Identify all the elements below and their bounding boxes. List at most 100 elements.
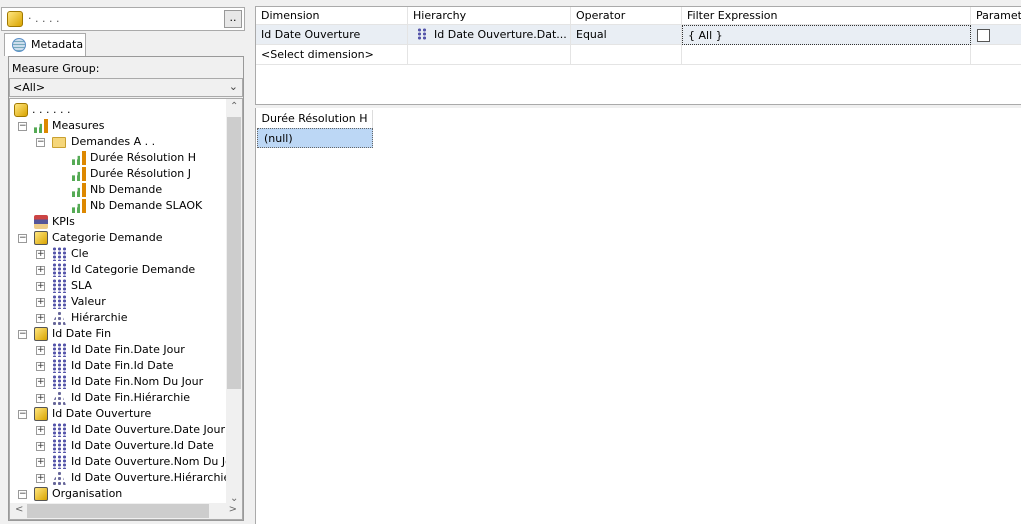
tree-item[interactable]: − Organisation	[10, 486, 230, 502]
cell-parameter[interactable]	[971, 25, 1021, 45]
tree-item[interactable]: + SLA	[10, 278, 230, 294]
scroll-left-icon[interactable]: <	[15, 504, 23, 515]
measure-group-label: Measure Group:	[12, 62, 100, 75]
tree-item[interactable]: − Measures	[10, 118, 230, 134]
expand-icon[interactable]: +	[36, 474, 45, 483]
header-dimension[interactable]: Dimension	[256, 7, 408, 25]
tree-item-label: Categorie Demande	[52, 231, 163, 244]
tree-item[interactable]: + Id Date Fin.Date Jour	[10, 342, 230, 358]
tree-item[interactable]: + Cle	[10, 246, 230, 262]
tree-item[interactable]: + Id Date Ouverture.Id Date	[10, 438, 230, 454]
tree-item-label: Id Date Ouverture.Date Jour	[71, 423, 226, 436]
result-column-header[interactable]: Durée Résolution H	[257, 110, 373, 128]
expand-icon[interactable]: +	[36, 250, 45, 259]
tree-item[interactable]: − Id Date Fin	[10, 326, 230, 342]
expand-icon[interactable]: +	[36, 282, 45, 291]
expand-icon[interactable]: +	[36, 298, 45, 307]
attribute-icon	[52, 375, 66, 389]
tree-item[interactable]: − Id Date Ouverture	[10, 406, 230, 422]
tree-item[interactable]: + Id Categorie Demande	[10, 262, 230, 278]
collapse-icon[interactable]: −	[18, 234, 27, 243]
tree-item[interactable]: KPIs	[10, 214, 230, 230]
metadata-icon	[12, 38, 26, 52]
scroll-thumb[interactable]	[27, 504, 209, 518]
tree-item[interactable]: + Id Date Ouverture.Nom Du Jour	[10, 454, 242, 470]
expand-icon[interactable]: +	[36, 266, 45, 275]
tree-item-label: KPIs	[52, 215, 75, 228]
cell-dimension[interactable]: Id Date Ouverture	[256, 25, 408, 45]
measure-group-select[interactable]: <All> ⌄	[9, 78, 243, 97]
expand-icon[interactable]: +	[36, 346, 45, 355]
collapse-icon[interactable]: −	[18, 330, 27, 339]
cell-hierarchy-empty[interactable]	[408, 45, 571, 65]
measure-icon	[72, 151, 86, 165]
metadata-tree: . . . . . . − Measures − Demandes A . . Durée…	[9, 98, 243, 520]
cube-icon	[14, 103, 28, 117]
tree-item[interactable]: + Id Date Fin.Id Date	[10, 358, 230, 374]
scroll-right-icon[interactable]: >	[229, 504, 237, 515]
tree-item-label: Id Date Ouverture	[52, 407, 152, 420]
tree-item[interactable]: + Id Date Fin.Nom Du Jour	[10, 374, 230, 390]
tree-item-label: Demandes A . .	[71, 135, 156, 148]
tree-item[interactable]: − Demandes A . .	[10, 134, 230, 150]
select-dimension-cell[interactable]: <Select dimension>	[256, 45, 408, 65]
header-operator[interactable]: Operator	[571, 7, 682, 25]
tree-item[interactable]: + Hiérarchie	[10, 310, 230, 326]
tree-item[interactable]: − Categorie Demande	[10, 230, 230, 246]
tree-item-label: Measures	[52, 119, 105, 132]
vertical-scrollbar[interactable]: ⌃ ⌄	[226, 99, 242, 504]
hierarchy-icon	[52, 311, 66, 325]
tree-item-label: Id Date Fin.Id Date	[71, 359, 174, 372]
attribute-icon	[52, 263, 66, 277]
collapse-icon[interactable]: −	[18, 490, 27, 499]
collapse-icon[interactable]: −	[36, 138, 45, 147]
collapse-icon[interactable]: −	[18, 122, 27, 131]
tree-item-label: SLA	[71, 279, 92, 292]
cube-selector[interactable]: · . . . . ..	[1, 7, 245, 31]
cell-operator-empty[interactable]	[571, 45, 682, 65]
expand-icon[interactable]: +	[36, 362, 45, 371]
attribute-icon	[52, 359, 66, 373]
collapse-icon[interactable]: −	[18, 410, 27, 419]
tree-item[interactable]: + Valeur	[10, 294, 230, 310]
dimension-icon	[34, 327, 48, 341]
expand-icon[interactable]: +	[36, 426, 45, 435]
header-parameters[interactable]: Paramet	[971, 7, 1021, 25]
tab-metadata[interactable]: Metadata	[4, 33, 86, 56]
cell-expression-empty[interactable]	[682, 45, 971, 65]
tree-item-label: Valeur	[71, 295, 106, 308]
expand-icon[interactable]: +	[36, 314, 45, 323]
browse-cube-button[interactable]: ..	[224, 10, 242, 28]
attribute-icon	[52, 279, 66, 293]
expand-icon[interactable]: +	[36, 378, 45, 387]
tree-item[interactable]: + Id Date Fin.Hiérarchie	[10, 390, 230, 406]
tree-item[interactable]: + Id Date Ouverture.Date Jour	[10, 422, 230, 438]
cell-parameter-empty[interactable]	[971, 45, 1021, 65]
folder-icon	[52, 137, 66, 148]
results-grid: Durée Résolution H (null)	[255, 108, 1021, 524]
horizontal-scrollbar[interactable]: < >	[10, 503, 242, 519]
expand-icon[interactable]: +	[36, 442, 45, 451]
cell-filter-expression[interactable]: { All }	[682, 25, 971, 45]
cell-hierarchy[interactable]: Id Date Ouverture.Dat...	[408, 25, 571, 45]
header-hierarchy[interactable]: Hierarchy	[408, 7, 571, 25]
header-filter-expression[interactable]: Filter Expression	[682, 7, 971, 25]
parameter-checkbox[interactable]	[977, 29, 990, 42]
scroll-up-icon[interactable]: ⌃	[230, 101, 238, 112]
tree-item-label: Id Date Fin	[52, 327, 112, 340]
tree-item-label: Durée Résolution H	[90, 151, 196, 164]
kpi-icon	[34, 215, 48, 229]
tree-item[interactable]: + Id Date Ouverture.Hiérarchie	[10, 470, 230, 486]
scroll-thumb[interactable]	[227, 117, 241, 389]
tree-item[interactable]: Durée Résolution H	[10, 150, 230, 166]
result-cell[interactable]: (null)	[257, 128, 373, 148]
tree-item[interactable]: Durée Résolution J	[10, 166, 230, 182]
filter-grid: Dimension Hierarchy Operator Filter Expr…	[255, 6, 1021, 105]
cell-operator[interactable]: Equal	[571, 25, 682, 45]
tree-item[interactable]: . . . . . .	[10, 102, 230, 118]
expand-icon[interactable]: +	[36, 394, 45, 403]
tree-item-label: Id Categorie Demande	[71, 263, 196, 276]
tree-item[interactable]: Nb Demande SLAOK	[10, 198, 230, 214]
expand-icon[interactable]: +	[36, 458, 45, 467]
tree-item[interactable]: Nb Demande	[10, 182, 230, 198]
